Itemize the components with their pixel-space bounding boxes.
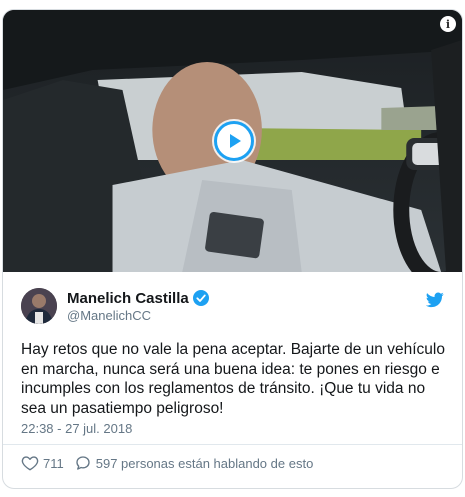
tweet-timestamp[interactable]: 22:38 - 27 jul. 2018 [21, 421, 444, 436]
tweet-header: Manelich Castilla @ManelichCC [21, 286, 444, 326]
author-names: Manelich Castilla @ManelichCC [67, 290, 209, 323]
heart-icon [21, 456, 39, 471]
play-icon [230, 134, 241, 148]
video-player[interactable]: i [3, 10, 462, 272]
info-button[interactable]: i [440, 16, 456, 32]
tweet-actions: 711 597 personas están hablando de esto [21, 445, 444, 481]
embedded-tweet-card: i Manelich Castilla @ManelichCC Hay reto… [2, 9, 463, 489]
play-button[interactable] [214, 121, 254, 161]
tweet-text: Hay retos que no vale la pena aceptar. B… [21, 341, 445, 417]
like-count: 711 [43, 455, 64, 471]
info-icon: i [445, 17, 451, 31]
speech-bubble-icon [76, 456, 90, 470]
twitter-bird-icon[interactable] [426, 292, 444, 308]
name-row: Manelich Castilla [67, 290, 209, 307]
author-display-name[interactable]: Manelich Castilla [67, 290, 189, 307]
like-button[interactable]: 711 [21, 454, 64, 472]
reply-button[interactable]: 597 personas están hablando de esto [74, 454, 314, 472]
verified-badge-icon [192, 290, 209, 306]
author-handle[interactable]: @ManelichCC [67, 308, 209, 323]
avatar[interactable] [21, 288, 57, 324]
reply-summary-text: 597 personas están hablando de esto [95, 455, 314, 471]
tweet-body: Manelich Castilla @ManelichCC Hay retos … [3, 272, 462, 481]
